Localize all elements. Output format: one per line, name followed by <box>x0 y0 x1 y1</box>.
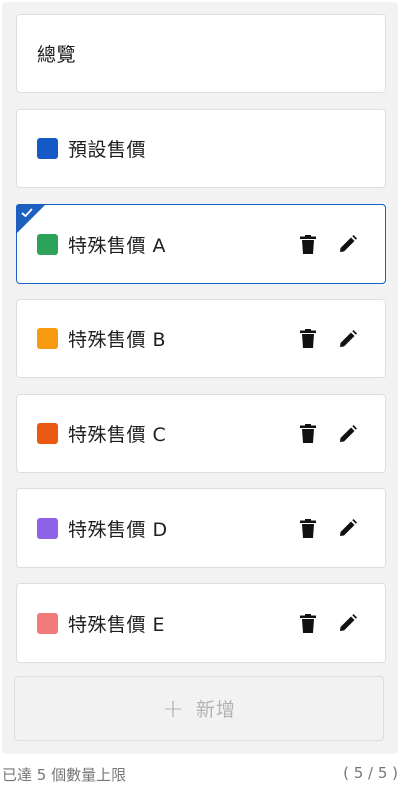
overview-label: 總覽 <box>37 44 77 66</box>
special-price-swatch-e <box>37 612 58 634</box>
trash-icon[interactable] <box>297 612 319 634</box>
trash-icon[interactable] <box>297 328 319 350</box>
count-indicator: ( 5 / 5 ) <box>343 764 398 782</box>
special-price-card-a[interactable]: 特殊售價 A <box>16 204 386 284</box>
special-price-swatch-a <box>37 233 58 255</box>
card-actions <box>297 233 359 255</box>
price-list-panel: 總覽 預設售價 特殊售價 A 特殊售價 B 特殊售價 C 特殊售價 D 特殊售價… <box>2 2 398 754</box>
special-price-card-b[interactable]: 特殊售價 B <box>16 299 386 378</box>
special-price-label-d: 特殊售價 D <box>68 518 168 541</box>
default-price-label: 預設售價 <box>68 139 147 161</box>
limit-message: 已達 5 個數量上限 <box>2 766 127 784</box>
default-price-swatch <box>37 138 58 159</box>
special-price-label-b: 特殊售價 B <box>68 329 167 351</box>
card-actions <box>297 612 359 634</box>
check-icon <box>21 208 33 217</box>
pencil-icon[interactable] <box>337 612 359 634</box>
trash-icon[interactable] <box>297 233 319 255</box>
special-price-label-c: 特殊售價 C <box>68 424 167 446</box>
add-button-label: 新增 <box>195 699 236 721</box>
trash-icon[interactable] <box>297 423 319 445</box>
default-price-card[interactable]: 預設售價 <box>16 109 386 188</box>
special-price-swatch-b <box>37 328 58 349</box>
card-actions <box>297 517 359 539</box>
plus-icon: + <box>162 693 184 724</box>
special-price-card-c[interactable]: 特殊售價 C <box>16 394 386 473</box>
trash-icon[interactable] <box>297 517 319 539</box>
footer: 已達 5 個數量上限 ( 5 / 5 ) <box>2 764 398 785</box>
pencil-icon[interactable] <box>337 517 359 539</box>
special-price-label-e: 特殊售價 E <box>68 613 166 636</box>
overview-card[interactable]: 總覽 <box>16 14 386 93</box>
add-button[interactable]: + 新增 <box>14 676 384 741</box>
pencil-icon[interactable] <box>337 233 359 255</box>
pencil-icon[interactable] <box>337 423 359 445</box>
pencil-icon[interactable] <box>337 328 359 350</box>
card-actions <box>297 423 359 445</box>
special-price-swatch-c <box>37 423 58 444</box>
special-price-card-e[interactable]: 特殊售價 E <box>16 583 386 663</box>
card-actions <box>297 328 359 350</box>
special-price-card-d[interactable]: 特殊售價 D <box>16 488 386 568</box>
special-price-label-a: 特殊售價 A <box>68 234 167 257</box>
special-price-swatch-d <box>37 517 58 539</box>
